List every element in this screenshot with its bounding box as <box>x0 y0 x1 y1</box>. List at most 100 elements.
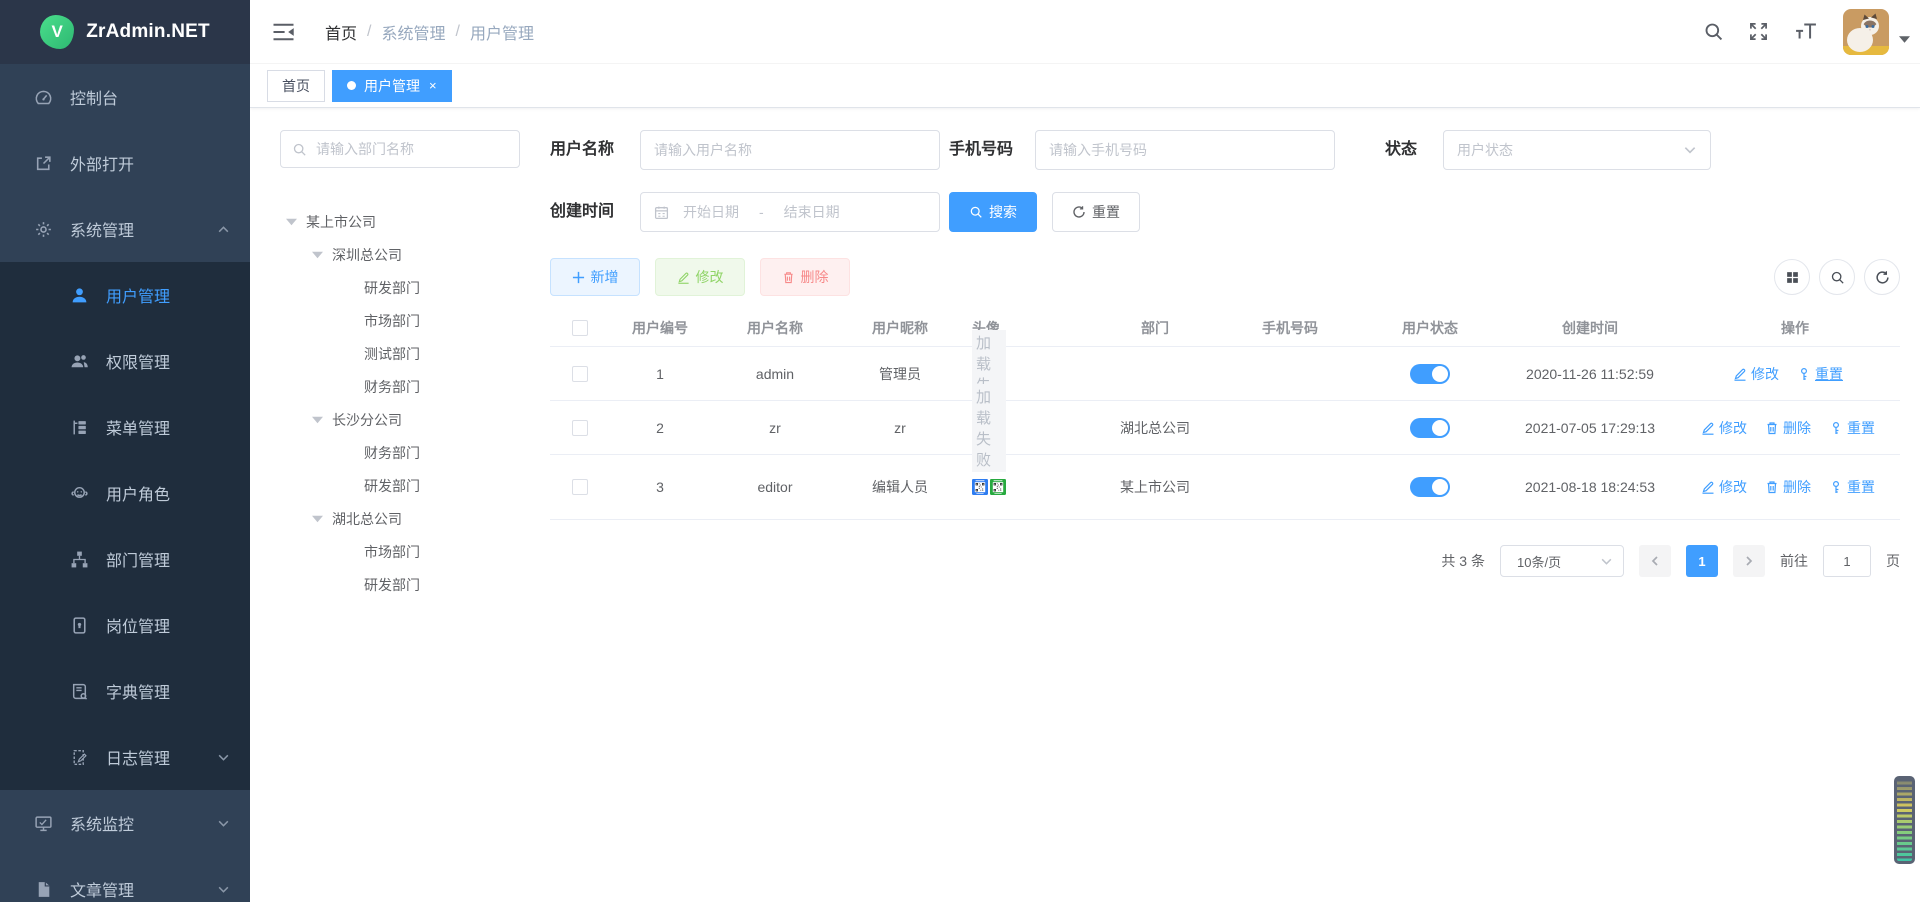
current-page-button[interactable]: 1 <box>1686 545 1718 577</box>
search-icon <box>1830 270 1845 285</box>
key-icon <box>1797 367 1811 381</box>
sidebar-item-perm-mgmt[interactable]: 权限管理 <box>0 328 250 394</box>
sidebar-item-menu-mgmt[interactable]: 菜单管理 <box>0 394 250 460</box>
username-input[interactable]: 请输入用户名称 <box>640 130 940 170</box>
tree-node[interactable]: 市场部门 <box>280 535 520 568</box>
font-size-icon[interactable] <box>1793 21 1819 42</box>
page-size-select[interactable]: 10条/页 <box>1500 545 1624 577</box>
tree-node[interactable]: 深圳总公司 <box>280 238 520 271</box>
breadcrumb-item[interactable]: 首页 <box>325 20 357 44</box>
phone-input[interactable]: 请输入手机号码 <box>1035 130 1335 170</box>
column-header: 手机号码 <box>1210 318 1370 338</box>
tree-node-label: 财务部门 <box>364 443 420 463</box>
edit-link[interactable]: 修改 <box>1701 477 1747 497</box>
reset-button[interactable]: 重置 <box>1052 192 1140 232</box>
close-icon[interactable]: × <box>429 79 437 92</box>
end-date-placeholder: 结束日期 <box>784 202 840 222</box>
caret-down-icon[interactable] <box>312 416 323 424</box>
tree-node[interactable]: 湖北总公司 <box>280 502 520 535</box>
trash-icon <box>1765 480 1779 494</box>
status-toggle[interactable] <box>1410 477 1450 497</box>
status-select[interactable]: 用户状态 <box>1443 130 1711 170</box>
sidebar-item-user-role[interactable]: 用户角色 <box>0 460 250 526</box>
add-button[interactable]: 新增 <box>550 258 640 296</box>
caret-down-icon[interactable] <box>1899 36 1910 43</box>
prev-page-button[interactable] <box>1639 545 1671 577</box>
sidebar-item-article-mgmt[interactable]: 文章管理 <box>0 856 250 902</box>
sidebar-item-external-open[interactable]: 外部打开 <box>0 130 250 196</box>
tab-home[interactable]: 首页 <box>267 70 325 102</box>
tree-node[interactable]: 某上市公司 <box>280 205 520 238</box>
log-icon <box>70 748 89 767</box>
date-range-input[interactable]: 开始日期 - 结束日期 <box>640 192 940 232</box>
sidebar-item-dict-mgmt[interactable]: 字典管理 <box>0 658 250 724</box>
caret-down-icon[interactable] <box>312 251 323 259</box>
caret-down-icon[interactable] <box>286 218 297 226</box>
user-nickname: 编辑人员 <box>840 477 960 497</box>
tree-node[interactable]: 测试部门 <box>280 337 520 370</box>
tree-node[interactable]: 市场部门 <box>280 304 520 337</box>
table-header-row: 用户编号用户名称用户昵称头像部门手机号码用户状态创建时间操作 <box>550 305 1900 347</box>
user-avatar[interactable] <box>1843 9 1889 55</box>
column-settings-button[interactable] <box>1774 259 1810 295</box>
tab-user-mgmt[interactable]: 用户管理 × <box>332 70 452 102</box>
edit-link[interactable]: 修改 <box>1733 364 1779 384</box>
goto-page-input[interactable]: 1 <box>1823 545 1871 577</box>
user-id: 3 <box>610 479 710 495</box>
tree-node-label: 某上市公司 <box>306 212 376 232</box>
badge-icon <box>70 616 89 635</box>
sidebar-item-dept-mgmt[interactable]: 部门管理 <box>0 526 250 592</box>
total-count: 共 3 条 <box>1441 551 1485 571</box>
qr-code-image <box>972 479 988 495</box>
sidebar-item-system-monitor[interactable]: 系统监控 <box>0 790 250 856</box>
edit-pen-icon <box>677 271 690 284</box>
collapse-sidebar-icon[interactable] <box>272 22 295 42</box>
reset-link[interactable]: 重置 <box>1829 418 1875 438</box>
row-checkbox[interactable] <box>572 420 588 436</box>
status-toggle[interactable] <box>1410 364 1450 384</box>
edit-link[interactable]: 修改 <box>1701 418 1747 438</box>
edit-button[interactable]: 修改 <box>655 258 745 296</box>
key-icon <box>1829 421 1843 435</box>
row-checkbox[interactable] <box>572 366 588 382</box>
row-actions: 修改删除重置 <box>1690 418 1900 438</box>
search-button[interactable]: 搜索 <box>949 192 1037 232</box>
tree-node[interactable]: 研发部门 <box>280 469 520 502</box>
search-icon[interactable] <box>1703 21 1724 42</box>
sidebar-item-post-mgmt[interactable]: 岗位管理 <box>0 592 250 658</box>
fullscreen-icon[interactable] <box>1748 21 1769 42</box>
breadcrumb-item[interactable]: 系统管理 <box>381 20 445 44</box>
chevron-down-icon <box>1600 555 1613 568</box>
created-time: 2021-07-05 17:29:13 <box>1490 420 1690 436</box>
sidebar-item-user-mgmt[interactable]: 用户管理 <box>0 262 250 328</box>
app-root: V ZrAdmin.NET 控制台外部打开系统管理用户管理权限管理菜单管理用户角… <box>0 0 1920 902</box>
delete-link[interactable]: 删除 <box>1765 418 1811 438</box>
tree-node[interactable]: 财务部门 <box>280 436 520 469</box>
tree-node[interactable]: 财务部门 <box>280 370 520 403</box>
sidebar-item-dashboard[interactable]: 控制台 <box>0 64 250 130</box>
select-all-checkbox[interactable] <box>572 320 588 336</box>
dept-search-input[interactable]: 请输入部门名称 <box>280 130 520 168</box>
reset-link[interactable]: 重置 <box>1829 477 1875 497</box>
tree-node-label: 深圳总公司 <box>332 245 402 265</box>
next-page-button[interactable] <box>1733 545 1765 577</box>
delete-link[interactable]: 删除 <box>1765 477 1811 497</box>
delete-button[interactable]: 删除 <box>760 258 850 296</box>
reset-link[interactable]: 重置 <box>1797 364 1843 384</box>
tree-node-label: 测试部门 <box>364 344 420 364</box>
tree-node-label: 研发部门 <box>364 575 420 595</box>
org-chart-icon <box>70 550 89 569</box>
tab-label: 用户管理 <box>364 76 420 96</box>
row-checkbox[interactable] <box>572 479 588 495</box>
refresh-table-button[interactable] <box>1864 259 1900 295</box>
sidebar-item-log-mgmt[interactable]: 日志管理 <box>0 724 250 790</box>
tree-node[interactable]: 研发部门 <box>280 271 520 304</box>
status-toggle[interactable] <box>1410 418 1450 438</box>
tree-node[interactable]: 研发部门 <box>280 568 520 601</box>
article-icon <box>34 880 53 899</box>
tree-node[interactable]: 长沙分公司 <box>280 403 520 436</box>
toggle-search-button[interactable] <box>1819 259 1855 295</box>
caret-down-icon[interactable] <box>312 515 323 523</box>
sidebar-item-system-mgmt[interactable]: 系统管理 <box>0 196 250 262</box>
phone-label: 手机号码 <box>949 130 1013 170</box>
